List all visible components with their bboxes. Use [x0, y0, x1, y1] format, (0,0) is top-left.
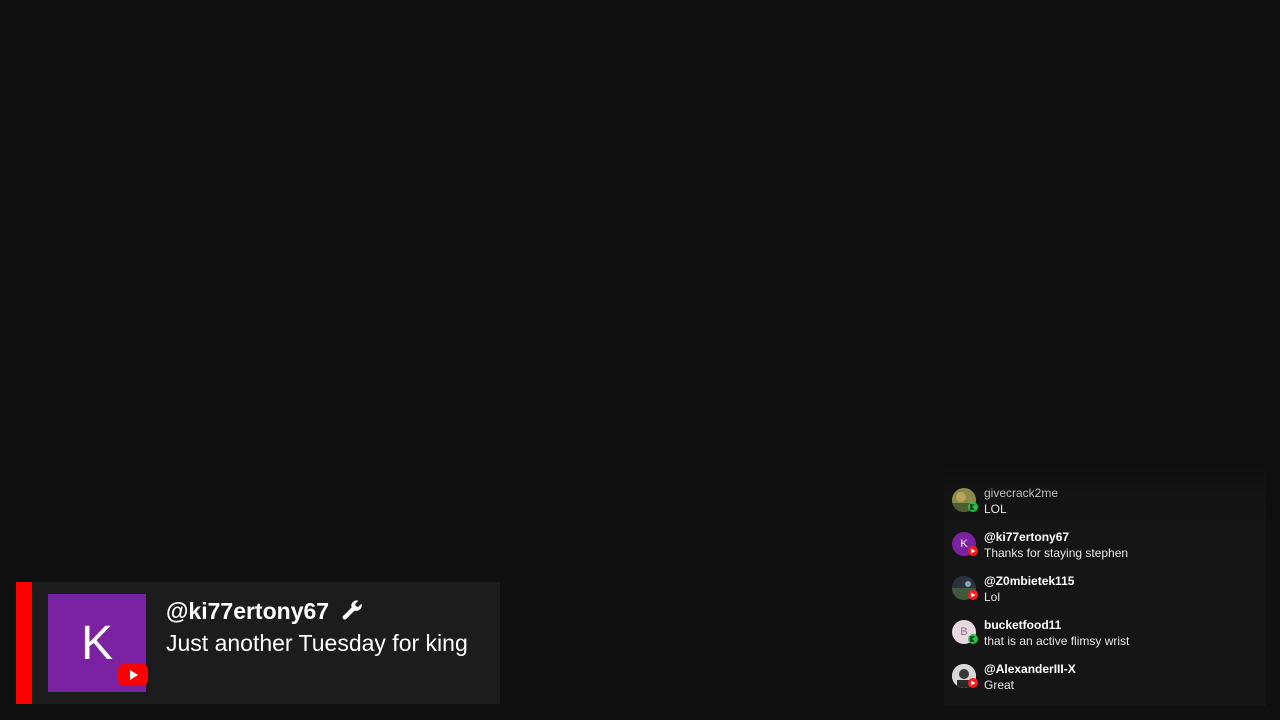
chat-text: Thanks for staying stephen	[984, 546, 1129, 560]
featured-text: @ki77ertony67 Just another Tuesday for k…	[166, 582, 468, 704]
chat-username: givecrack2me	[984, 486, 1059, 500]
chat-text: Lol	[984, 590, 1001, 604]
kick-icon	[968, 502, 978, 512]
chat-message: B bucketfood11 that is an active flimsy …	[952, 618, 1252, 658]
chat-message: givecrack2me LOL	[952, 486, 1252, 526]
youtube-play-icon	[118, 664, 148, 686]
chat-message: @AlexanderIII-X Great	[952, 662, 1252, 702]
chat-text: LOL	[984, 502, 1007, 516]
chat-username: @Z0mbietek115	[984, 574, 1075, 588]
accent-bar	[16, 582, 32, 704]
featured-name-row: @ki77ertony67	[166, 596, 468, 626]
youtube-play-icon	[968, 590, 978, 600]
chat-message: @Z0mbietek115 Lol	[952, 574, 1252, 614]
chat-username: @ki77ertony67	[984, 530, 1070, 544]
chat-text: that is an active flimsy wrist	[984, 634, 1130, 648]
chat-feed: givecrack2me LOL K @ki77ertony67 Thanks …	[944, 466, 1266, 706]
kick-icon	[968, 634, 978, 644]
featured-avatar-wrap: K	[48, 594, 148, 692]
featured-message-text: Just another Tuesday for king	[166, 630, 468, 656]
stream-canvas: K @ki77ertony67 Just another Tuesday for…	[0, 0, 1280, 720]
youtube-play-icon	[968, 546, 978, 556]
chat-username: bucketfood11	[984, 618, 1062, 632]
youtube-play-icon	[968, 678, 978, 688]
chat-message: K @ki77ertony67 Thanks for staying steph…	[952, 530, 1252, 570]
chat-username: @AlexanderIII-X	[984, 662, 1076, 676]
wrench-icon	[339, 598, 365, 624]
chat-text: Great	[984, 678, 1015, 692]
featured-username: @ki77ertony67	[166, 597, 330, 624]
featured-chat-message: K @ki77ertony67 Just another Tuesday for…	[16, 582, 500, 704]
